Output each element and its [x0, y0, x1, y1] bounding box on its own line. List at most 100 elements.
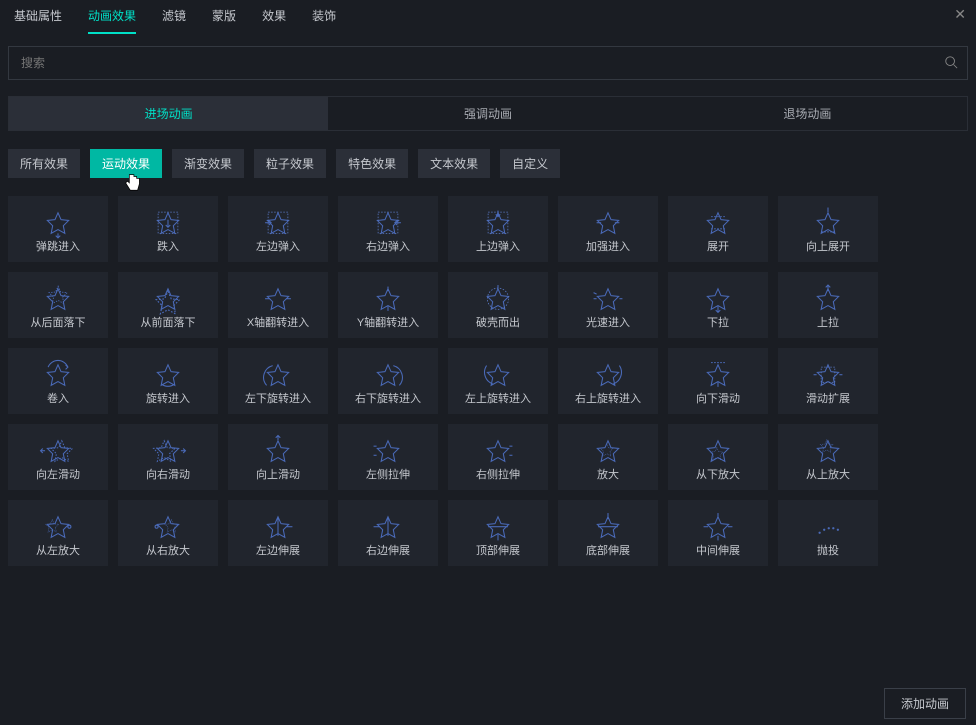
effect-extT[interactable]: 顶部伸展 [448, 500, 548, 566]
top-tab-4[interactable]: 效果 [262, 0, 286, 34]
filter-5[interactable]: 文本效果 [418, 149, 490, 178]
effect-label: 左边伸展 [256, 542, 300, 558]
top-tab-3[interactable]: 蒙版 [212, 0, 236, 34]
effect-zoomU[interactable]: 从上放大 [778, 424, 878, 490]
effect-extM[interactable]: 中间伸展 [668, 500, 768, 566]
effect-rotUL[interactable]: 左上旋转进入 [448, 348, 548, 414]
effect-slideExp[interactable]: 滑动扩展 [778, 348, 878, 414]
search-input[interactable] [8, 46, 968, 80]
star-icon [589, 206, 627, 238]
effect-rotIn[interactable]: 旋转进入 [118, 348, 218, 414]
effect-zoomR[interactable]: 从右放大 [118, 500, 218, 566]
effect-dropbox[interactable]: 跌入 [118, 196, 218, 262]
effect-rotUR[interactable]: 右上旋转进入 [558, 348, 658, 414]
effect-label: 滑动扩展 [806, 390, 850, 406]
star-icon [259, 358, 297, 390]
star-icon [39, 434, 77, 466]
filter-0[interactable]: 所有效果 [8, 149, 80, 178]
effect-pullDown[interactable]: 下拉 [668, 272, 768, 338]
star-icon [39, 510, 77, 542]
filter-6[interactable]: 自定义 [500, 149, 560, 178]
top-tab-0[interactable]: 基础属性 [14, 0, 62, 34]
effect-bounceT[interactable]: 上边弹入 [448, 196, 548, 262]
effect-label: 从右放大 [146, 542, 190, 558]
effect-rotLR[interactable]: 右下旋转进入 [338, 348, 438, 414]
effect-label: 左下旋转进入 [245, 390, 311, 406]
effect-zoom[interactable]: 放大 [558, 424, 658, 490]
effect-label: 旋转进入 [146, 390, 190, 406]
search-wrap [8, 46, 968, 80]
filter-4[interactable]: 特色效果 [336, 149, 408, 178]
add-animation-button[interactable]: 添加动画 [884, 688, 966, 719]
animation-category-tabs: 进场动画强调动画退场动画 [8, 96, 968, 131]
star-icon [699, 206, 737, 238]
effect-label: 向上展开 [806, 238, 850, 254]
effect-extB[interactable]: 底部伸展 [558, 500, 658, 566]
effect-slideU[interactable]: 向上滑动 [228, 424, 328, 490]
effect-label: 右下旋转进入 [355, 390, 421, 406]
effect-zoomL[interactable]: 从左放大 [8, 500, 108, 566]
effect-label: 从左放大 [36, 542, 80, 558]
effect-label: 右上旋转进入 [575, 390, 641, 406]
filter-3[interactable]: 粒子效果 [254, 149, 326, 178]
star-icon [809, 206, 847, 238]
star-icon [589, 282, 627, 314]
star-icon [809, 358, 847, 390]
effect-label: 放大 [597, 466, 619, 482]
effect-label: 向左滑动 [36, 466, 80, 482]
effect-bounceL[interactable]: 左边弹入 [228, 196, 328, 262]
effects-grid: 弹跳进入 跌入左边弹入 右边弹入上边弹入加强进入展开向上展开从后面落下 从前面落下 X轴… [8, 196, 968, 566]
top-tab-1[interactable]: 动画效果 [88, 0, 136, 34]
effect-stretchR[interactable]: 右侧拉伸 [448, 424, 548, 490]
effect-label: 向上滑动 [256, 466, 300, 482]
category-tab-0[interactable]: 进场动画 [9, 97, 328, 130]
star-icon [39, 358, 77, 390]
star-icon [699, 510, 737, 542]
filter-1[interactable]: 运动效果 [90, 149, 162, 178]
effect-zoomD[interactable]: 从下放大 [668, 424, 768, 490]
effect-jump[interactable]: 弹跳进入 [8, 196, 108, 262]
effect-fallBack[interactable]: 从后面落下 [8, 272, 108, 338]
effect-expandUp[interactable]: 向上展开 [778, 196, 878, 262]
effect-extL[interactable]: 左边伸展 [228, 500, 328, 566]
star-icon [369, 358, 407, 390]
star-icon [149, 358, 187, 390]
effect-label: 左边弹入 [256, 238, 300, 254]
star-icon [39, 206, 77, 238]
star-icon [809, 510, 847, 542]
effect-slideL[interactable]: 向左滑动 [8, 424, 108, 490]
category-tab-2[interactable]: 退场动画 [648, 97, 967, 130]
search-icon[interactable] [944, 55, 958, 69]
effect-light[interactable]: 光速进入 [558, 272, 658, 338]
star-icon [589, 510, 627, 542]
effect-label: 弹跳进入 [36, 238, 80, 254]
effect-fallFront[interactable]: 从前面落下 [118, 272, 218, 338]
effect-extR[interactable]: 右边伸展 [338, 500, 438, 566]
effect-bounceR[interactable]: 右边弹入 [338, 196, 438, 262]
star-icon [259, 510, 297, 542]
effect-pullUp[interactable]: 上拉 [778, 272, 878, 338]
close-icon[interactable]: ✕ [954, 6, 966, 23]
effect-rotLL[interactable]: 左下旋转进入 [228, 348, 328, 414]
effect-expand[interactable]: 展开 [668, 196, 768, 262]
effect-slideR[interactable]: 向右滑动 [118, 424, 218, 490]
effect-strong[interactable]: 加强进入 [558, 196, 658, 262]
filter-2[interactable]: 渐变效果 [172, 149, 244, 178]
star-icon [369, 206, 407, 238]
star-icon [589, 434, 627, 466]
effect-flipX[interactable]: X轴翻转进入 [228, 272, 328, 338]
effect-hatch[interactable]: 破壳而出 [448, 272, 548, 338]
effect-stretchL[interactable]: 左侧拉伸 [338, 424, 438, 490]
effect-slideD[interactable]: 向下滑动 [668, 348, 768, 414]
effect-label: X轴翻转进入 [247, 314, 309, 330]
effect-throw[interactable]: 抛投 [778, 500, 878, 566]
effect-label: 从上放大 [806, 466, 850, 482]
category-tab-1[interactable]: 强调动画 [328, 97, 647, 130]
effect-label: 从后面落下 [31, 314, 86, 330]
star-icon [809, 434, 847, 466]
top-tab-2[interactable]: 滤镜 [162, 0, 186, 34]
effect-roll[interactable]: 卷入 [8, 348, 108, 414]
star-icon [259, 282, 297, 314]
effect-flipY[interactable]: Y轴翻转进入 [338, 272, 438, 338]
top-tab-5[interactable]: 装饰 [312, 0, 336, 34]
